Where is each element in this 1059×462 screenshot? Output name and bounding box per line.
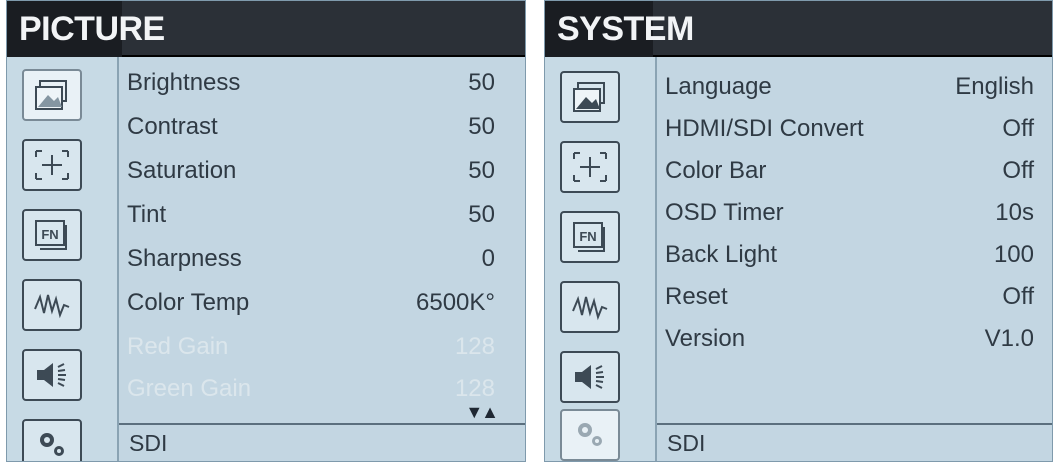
scroll-indicator[interactable]: ▼▲ — [465, 402, 499, 423]
row-value: 0 — [481, 245, 495, 272]
menu-row-sharpness[interactable]: Sharpness 0 — [119, 239, 525, 279]
system-menu-panel: SYSTEM FN Language English HDMI/SDI Conv… — [544, 0, 1053, 462]
menu-row-color-bar[interactable]: Color Bar Off — [657, 151, 1052, 191]
picture-icon[interactable] — [22, 69, 82, 121]
marker-icon[interactable] — [560, 141, 620, 193]
menu-title: SYSTEM — [557, 10, 694, 48]
menu-row-color-temp[interactable]: Color Temp 6500K° — [119, 283, 525, 323]
row-value: 50 — [468, 157, 495, 184]
waveform-icon[interactable] — [560, 281, 620, 333]
row-value: Off — [1002, 283, 1034, 310]
menu-row-reset[interactable]: Reset Off — [657, 277, 1052, 317]
settings-icon[interactable] — [22, 419, 82, 461]
row-label: Back Light — [665, 241, 778, 268]
row-label: HDMI/SDI Convert — [665, 115, 864, 142]
input-source-label: SDI — [657, 423, 1052, 461]
row-label: Tint — [127, 201, 167, 228]
row-label: Saturation — [127, 157, 237, 184]
function-icon[interactable]: FN — [560, 211, 620, 263]
function-icon[interactable]: FN — [22, 209, 82, 261]
menu-row-osd-timer[interactable]: OSD Timer 10s — [657, 193, 1052, 233]
row-value: 50 — [468, 201, 495, 228]
title-bar: PICTURE — [7, 1, 525, 57]
waveform-icon[interactable] — [22, 279, 82, 331]
row-label: Brightness — [127, 69, 241, 96]
menu-row-green-gain: Green Gain 128 — [119, 369, 525, 409]
row-value: 50 — [468, 113, 495, 140]
row-label: Version — [665, 325, 746, 352]
menu-row-version[interactable]: Version V1.0 — [657, 319, 1052, 359]
title-bar: SYSTEM — [545, 1, 1052, 57]
row-label: Contrast — [127, 113, 218, 140]
row-value: 50 — [468, 69, 495, 96]
row-value: 10s — [995, 199, 1034, 226]
row-value: Off — [1002, 157, 1034, 184]
menu-row-brightness[interactable]: Brightness 50 — [119, 63, 525, 103]
settings-icon[interactable] — [560, 409, 620, 461]
menu-sidebar: FN — [545, 57, 657, 461]
row-value: English — [955, 73, 1034, 100]
row-value: Off — [1002, 115, 1034, 142]
menu-items: Language English HDMI/SDI Convert Off Co… — [657, 57, 1052, 427]
row-value: 128 — [454, 333, 495, 360]
picture-menu-panel: PICTURE FN Brightness 50 Contrast 50 Sat… — [6, 0, 526, 462]
row-label: Language — [665, 73, 772, 100]
menu-row-back-light[interactable]: Back Light 100 — [657, 235, 1052, 275]
menu-title: PICTURE — [19, 10, 165, 48]
svg-text:FN: FN — [579, 229, 596, 244]
menu-row-tint[interactable]: Tint 50 — [119, 195, 525, 235]
row-label: Reset — [665, 283, 728, 310]
row-label: OSD Timer — [665, 199, 784, 226]
row-label: Red Gain — [127, 333, 229, 360]
audio-icon[interactable] — [560, 351, 620, 403]
picture-icon[interactable] — [560, 71, 620, 123]
menu-row-hdmi-sdi-convert[interactable]: HDMI/SDI Convert Off — [657, 109, 1052, 149]
menu-row-contrast[interactable]: Contrast 50 — [119, 107, 525, 147]
row-label: Color Temp — [127, 289, 250, 316]
audio-icon[interactable] — [22, 349, 82, 401]
menu-sidebar: FN — [7, 57, 119, 461]
row-label: Sharpness — [127, 245, 242, 272]
menu-items: Brightness 50 Contrast 50 Saturation 50 … — [119, 57, 525, 427]
row-label: Color Bar — [665, 157, 767, 184]
svg-text:FN: FN — [41, 227, 58, 242]
menu-row-red-gain: Red Gain 128 — [119, 327, 525, 367]
row-label: Green Gain — [127, 375, 252, 402]
marker-icon[interactable] — [22, 139, 82, 191]
menu-row-language[interactable]: Language English — [657, 67, 1052, 107]
row-value: 6500K° — [416, 289, 495, 316]
row-value: 100 — [993, 241, 1034, 268]
menu-row-saturation[interactable]: Saturation 50 — [119, 151, 525, 191]
row-value: V1.0 — [984, 325, 1034, 352]
input-source-label: SDI — [119, 423, 525, 461]
